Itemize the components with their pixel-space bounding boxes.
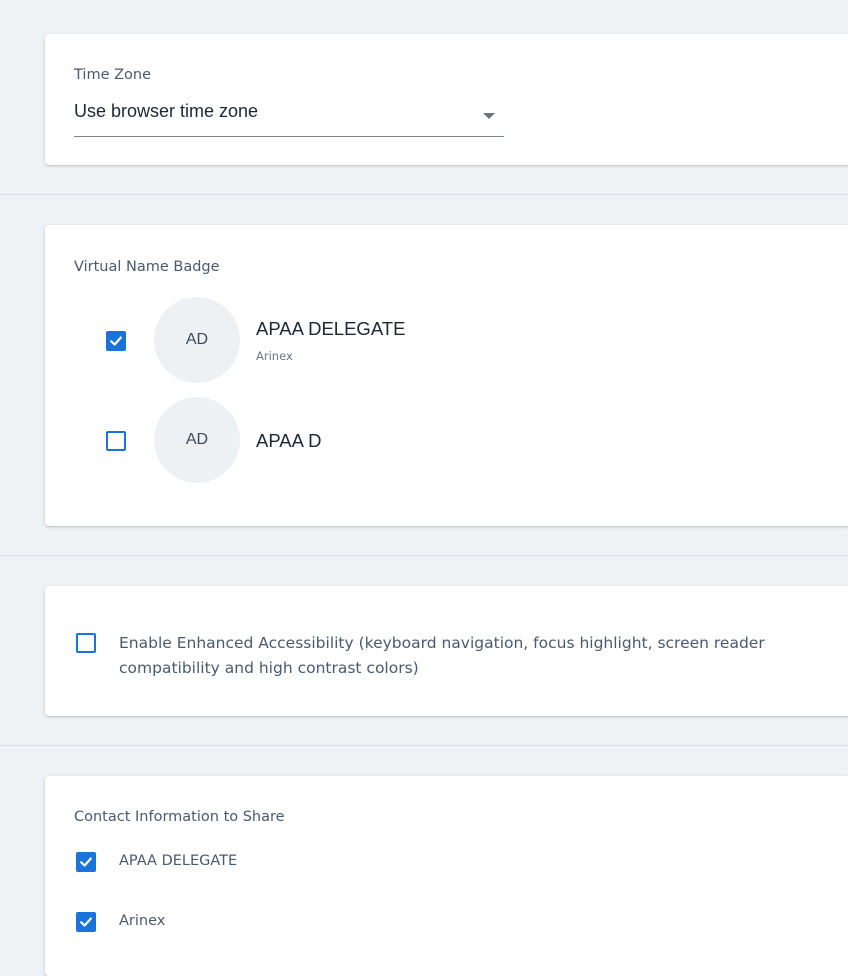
accessibility-label: Enable Enhanced Accessibility (keyboard … xyxy=(119,634,765,677)
name-badge-card: Virtual Name Badge AD APAA DELEGATE Arin… xyxy=(45,225,848,526)
avatar: AD xyxy=(154,397,240,483)
section-divider xyxy=(0,555,848,556)
badge-option-1-name: APAA DELEGATE xyxy=(256,318,406,339)
timezone-select-value: Use browser time zone xyxy=(74,101,259,121)
contact-item-2-label: Arinex xyxy=(119,913,166,929)
badge-option-2-checkbox[interactable] xyxy=(106,431,126,451)
timezone-card: Time Zone Use browser time zone xyxy=(45,34,848,165)
section-divider xyxy=(0,745,848,746)
contact-item-2-checkbox[interactable] xyxy=(76,912,96,932)
avatar-initials: AD xyxy=(185,431,209,448)
name-badge-label: Virtual Name Badge xyxy=(74,259,220,275)
contact-item-1-checkbox[interactable] xyxy=(76,852,96,872)
badge-option-1-org: Arinex xyxy=(256,349,293,363)
badge-option-2-name: APAA D xyxy=(256,430,322,451)
timezone-select[interactable]: Use browser time zone xyxy=(74,95,504,137)
badge-option-1-checkbox[interactable] xyxy=(106,331,126,351)
dropdown-arrow-icon xyxy=(483,113,495,119)
avatar: AD xyxy=(154,297,240,383)
contact-item-1-label: APAA DELEGATE xyxy=(119,853,238,869)
contact-card: Contact Information to Share APAA DELEGA… xyxy=(45,776,848,976)
checkmark-icon xyxy=(110,336,122,346)
avatar-initials: AD xyxy=(185,331,209,348)
checkmark-icon xyxy=(80,857,92,867)
timezone-label: Time Zone xyxy=(74,67,152,83)
contact-label: Contact Information to Share xyxy=(74,809,285,825)
checkmark-icon xyxy=(80,917,92,927)
accessibility-checkbox[interactable] xyxy=(76,633,96,653)
accessibility-card: Enable Enhanced Accessibility (keyboard … xyxy=(45,586,848,716)
section-divider xyxy=(0,194,848,195)
